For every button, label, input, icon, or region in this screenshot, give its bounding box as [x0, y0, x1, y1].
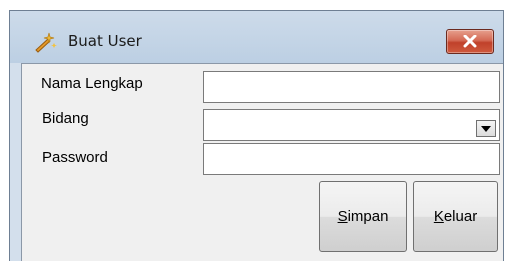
simpan-label: impan	[347, 208, 389, 225]
bidang-dropdown-button[interactable]	[476, 120, 496, 137]
password-label: Password	[42, 149, 108, 166]
close-icon	[463, 35, 477, 48]
close-button[interactable]	[446, 29, 494, 54]
keluar-button[interactable]: Keluar	[413, 181, 498, 252]
simpan-button[interactable]: Simpan	[319, 181, 407, 252]
window-title: Buat User	[68, 32, 142, 50]
password-input[interactable]	[203, 143, 500, 175]
keluar-mnemonic: K	[433, 208, 444, 225]
keluar-label: eluar	[443, 208, 478, 225]
bidang-select[interactable]	[203, 109, 500, 141]
nama-lengkap-input[interactable]	[203, 71, 500, 103]
chevron-down-icon	[481, 126, 491, 132]
create-user-dialog: Buat User Nama Lengkap Bidang Password S…	[9, 10, 504, 261]
bidang-label: Bidang	[42, 110, 89, 127]
nama-lengkap-label: Nama Lengkap	[41, 75, 143, 92]
simpan-mnemonic: S	[337, 208, 348, 225]
title-bar[interactable]: Buat User	[10, 11, 503, 63]
dialog-content: Nama Lengkap Bidang Password Simpan Kelu…	[21, 63, 503, 261]
wand-icon	[34, 30, 58, 54]
